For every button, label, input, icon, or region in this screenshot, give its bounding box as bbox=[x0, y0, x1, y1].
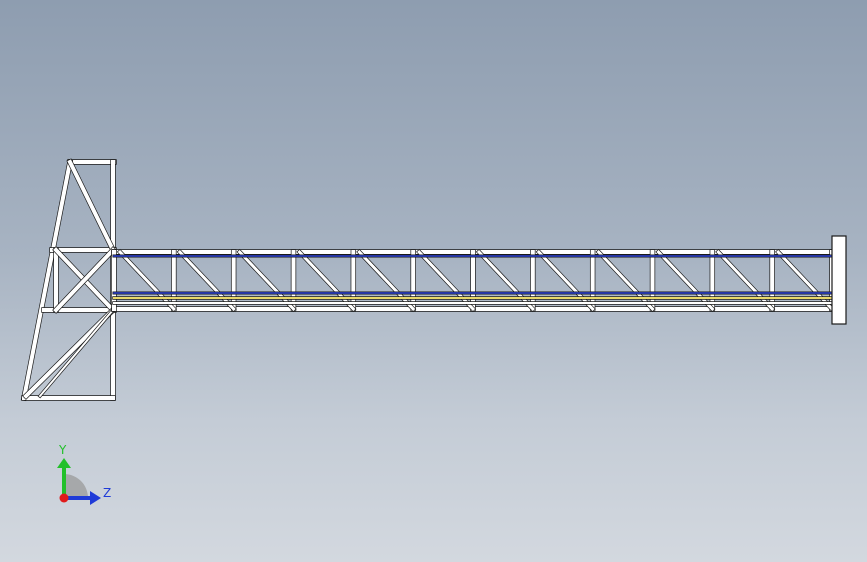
boom-diagonal-6[interactable] bbox=[476, 249, 535, 312]
boom-diagonal-11[interactable] bbox=[776, 249, 835, 312]
boom-diagonal-7[interactable] bbox=[536, 249, 595, 312]
boom-diagonal-8[interactable] bbox=[596, 249, 655, 312]
graphics-viewport[interactable]: Y Z bbox=[0, 0, 867, 562]
orientation-triad: Y Z bbox=[40, 436, 130, 516]
y-arrow-head bbox=[57, 458, 71, 468]
y-axis-label: Y bbox=[58, 443, 67, 457]
z-arrow-head bbox=[90, 491, 101, 505]
boom-diagonal-1[interactable] bbox=[177, 249, 236, 312]
triad-quadrant-shading bbox=[64, 474, 88, 498]
mast-frame[interactable] bbox=[20, 158, 117, 402]
boom-diagonal-10[interactable] bbox=[716, 249, 775, 312]
boom-truss[interactable] bbox=[111, 248, 836, 313]
boom-diagonal-9[interactable] bbox=[656, 249, 715, 312]
x-axis-origin-dot bbox=[59, 493, 69, 503]
mast-lower-diagonal-inner[interactable] bbox=[38, 308, 115, 398]
boom-diagonal-5[interactable] bbox=[417, 249, 476, 312]
mast-top-diagonal[interactable] bbox=[67, 159, 116, 253]
end-plate[interactable] bbox=[831, 235, 847, 325]
boom-diagonal-3[interactable] bbox=[297, 249, 356, 312]
z-axis-label: Z bbox=[103, 486, 111, 500]
truss-model[interactable] bbox=[0, 0, 867, 562]
boom-diagonal-2[interactable] bbox=[237, 249, 296, 312]
boom-diagonal-0[interactable] bbox=[117, 249, 176, 312]
boom-diagonal-4[interactable] bbox=[357, 249, 416, 312]
